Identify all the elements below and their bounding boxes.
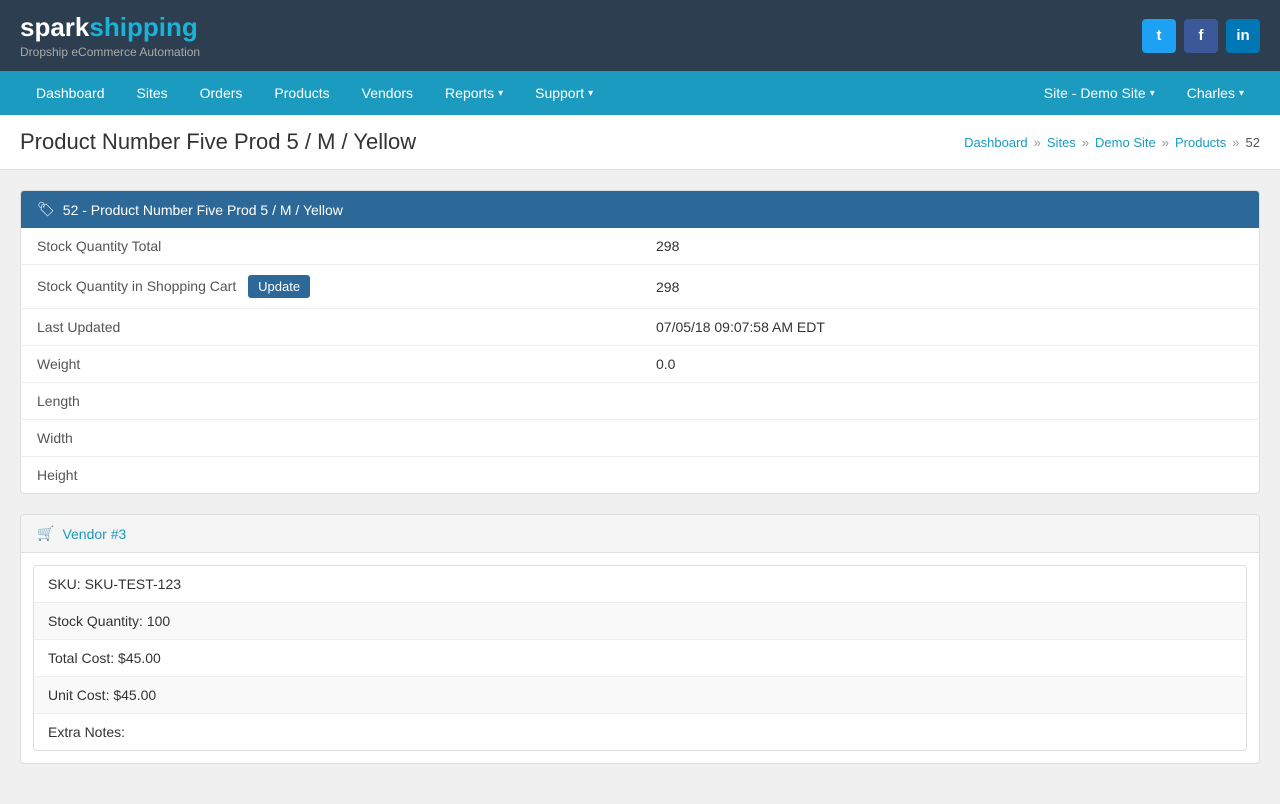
top-header: sparkshipping Dropship eCommerce Automat… <box>0 0 1280 71</box>
field-value-length <box>640 383 1259 420</box>
nav-vendors[interactable]: Vendors <box>346 71 429 115</box>
nav-site-demo[interactable]: Site - Demo Site ▾ <box>1028 71 1171 115</box>
field-value-stock-total: 298 <box>640 228 1259 265</box>
tag-icon: 🏷 <box>37 201 55 218</box>
nav-sites[interactable]: Sites <box>121 71 184 115</box>
nav-left: Dashboard Sites Orders Products Vendors … <box>20 71 1028 115</box>
table-row: Stock Quantity Total 298 <box>21 228 1259 265</box>
breadcrumb-sites[interactable]: Sites <box>1047 135 1076 150</box>
field-value-last-updated: 07/05/18 09:07:58 AM EDT <box>640 309 1259 346</box>
table-row: Width <box>21 420 1259 457</box>
logo-spark: spark <box>20 12 89 42</box>
field-label-width: Width <box>21 420 640 457</box>
breadcrumb-sep-1: » <box>1034 135 1041 150</box>
reports-dropdown-arrow: ▾ <box>498 88 503 99</box>
vendor-card: 🛒 Vendor #3 SKU: SKU-TEST-123 Stock Quan… <box>20 514 1260 764</box>
vendor-row-sku: SKU: SKU-TEST-123 <box>34 566 1246 603</box>
product-card-title: 52 - Product Number Five Prod 5 / M / Ye… <box>63 202 343 218</box>
site-demo-dropdown-arrow: ▾ <box>1150 88 1155 99</box>
main-content: 🏷 52 - Product Number Five Prod 5 / M / … <box>0 170 1280 804</box>
nav-dashboard[interactable]: Dashboard <box>20 71 121 115</box>
breadcrumb: Dashboard » Sites » Demo Site » Products… <box>964 135 1260 150</box>
breadcrumb-sep-4: » <box>1232 135 1239 150</box>
field-value-width <box>640 420 1259 457</box>
product-card: 🏷 52 - Product Number Five Prod 5 / M / … <box>20 190 1260 494</box>
page-title: Product Number Five Prod 5 / M / Yellow <box>20 129 416 155</box>
vendor-card-header: 🛒 Vendor #3 <box>21 515 1259 553</box>
table-row: Height <box>21 457 1259 494</box>
update-button[interactable]: Update <box>248 275 310 298</box>
vendor-row-total-cost: Total Cost: $45.00 <box>34 640 1246 677</box>
table-row: Stock Quantity in Shopping Cart Update 2… <box>21 265 1259 309</box>
vendor-row-stock-qty: Stock Quantity: 100 <box>34 603 1246 640</box>
breadcrumb-sep-2: » <box>1082 135 1089 150</box>
facebook-icon[interactable]: f <box>1184 19 1218 53</box>
vendor-sub-card: SKU: SKU-TEST-123 Stock Quantity: 100 To… <box>33 565 1247 751</box>
field-value-weight: 0.0 <box>640 346 1259 383</box>
product-info-table: Stock Quantity Total 298 Stock Quantity … <box>21 228 1259 493</box>
breadcrumb-products[interactable]: Products <box>1175 135 1226 150</box>
logo-shipping: shipping <box>89 12 197 42</box>
linkedin-icon[interactable]: in <box>1226 19 1260 53</box>
field-label-stock-total: Stock Quantity Total <box>21 228 640 265</box>
table-row: Weight 0.0 <box>21 346 1259 383</box>
breadcrumb-sep-3: » <box>1162 135 1169 150</box>
vendor-row-unit-cost: Unit Cost: $45.00 <box>34 677 1246 714</box>
product-card-header: 🏷 52 - Product Number Five Prod 5 / M / … <box>21 191 1259 228</box>
breadcrumb-dashboard[interactable]: Dashboard <box>964 135 1028 150</box>
nav-support[interactable]: Support ▾ <box>519 71 609 115</box>
page-title-bar: Product Number Five Prod 5 / M / Yellow … <box>0 115 1280 170</box>
nav-orders[interactable]: Orders <box>184 71 259 115</box>
field-label-last-updated: Last Updated <box>21 309 640 346</box>
breadcrumb-current: 52 <box>1246 135 1260 150</box>
charles-dropdown-arrow: ▾ <box>1239 88 1244 99</box>
social-icons: t f in <box>1142 19 1260 53</box>
support-dropdown-arrow: ▾ <box>588 88 593 99</box>
table-row: Last Updated 07/05/18 09:07:58 AM EDT <box>21 309 1259 346</box>
nav-charles[interactable]: Charles ▾ <box>1171 71 1260 115</box>
field-label-length: Length <box>21 383 640 420</box>
logo-tagline: Dropship eCommerce Automation <box>20 45 200 59</box>
twitter-icon[interactable]: t <box>1142 19 1176 53</box>
vendor-row-extra-notes: Extra Notes: <box>34 714 1246 750</box>
nav-reports[interactable]: Reports ▾ <box>429 71 519 115</box>
logo: sparkshipping Dropship eCommerce Automat… <box>20 12 200 59</box>
nav-right: Site - Demo Site ▾ Charles ▾ <box>1028 71 1260 115</box>
field-label-stock-cart: Stock Quantity in Shopping Cart Update <box>21 265 640 309</box>
main-nav: Dashboard Sites Orders Products Vendors … <box>0 71 1280 115</box>
nav-products[interactable]: Products <box>258 71 345 115</box>
field-value-stock-cart: 298 <box>640 265 1259 309</box>
field-label-height: Height <box>21 457 640 494</box>
field-value-height <box>640 457 1259 494</box>
table-row: Length <box>21 383 1259 420</box>
breadcrumb-demo-site[interactable]: Demo Site <box>1095 135 1156 150</box>
cart-icon: 🛒 <box>37 525 54 542</box>
field-label-weight: Weight <box>21 346 640 383</box>
vendor-link[interactable]: Vendor #3 <box>62 526 126 542</box>
